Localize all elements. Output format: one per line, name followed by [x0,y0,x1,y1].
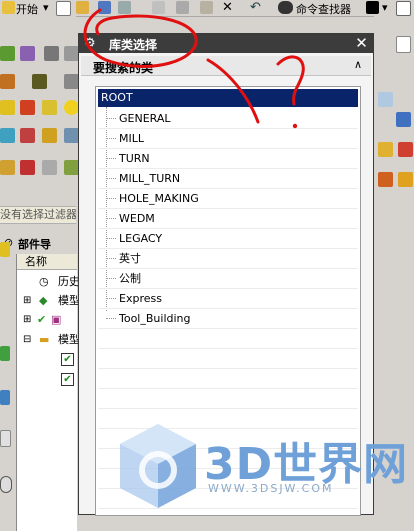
tree-item-label: MILL_TURN [119,172,181,185]
selection-filter[interactable]: 没有选择过滤器 [0,206,76,224]
tree-row-camera[interactable]: ⊞ ✔ ▣ [17,311,77,329]
tool-icon[interactable] [0,74,15,89]
tree-row-label: 模型 [58,333,80,346]
tree-item-label: HOLE_MAKING [119,192,199,205]
tool-icon[interactable] [0,390,10,405]
tree-item[interactable]: 英寸 [98,249,358,269]
clock-icon: ◷ [39,275,49,288]
folder-icon: ▬ [39,333,50,346]
tree-connector [106,158,116,160]
tool-icon[interactable] [398,142,413,157]
tool-icon[interactable] [378,92,393,107]
collapse-button[interactable]: ∧ [351,58,365,72]
tree-item[interactable]: HOLE_MAKING [98,189,358,209]
collapse-icon: ⊟ [23,334,32,345]
tree-connector [106,278,116,280]
tool-icon[interactable] [0,430,11,447]
tree-connector [106,178,116,180]
tree-item[interactable]: TURN [98,149,358,169]
empty-row [98,389,358,409]
tree-item[interactable]: WEDM [98,209,358,229]
tree-connector [106,198,116,200]
tree-connector [106,298,116,300]
color-swatch-icon[interactable] [366,1,379,14]
part-navigator-tree: 名称 ◷ 历史 ⊞ ◆ 模型 ⊞ ✔ ▣ ⊟ ▬ 模型 ✔ ✔ [16,254,80,531]
tree-row-model[interactable]: ⊟ ▬ 模型 [17,331,80,349]
clock-icon[interactable] [0,476,12,493]
tool-icon[interactable] [378,172,393,187]
tool-icon[interactable] [32,74,47,89]
tree-item[interactable]: Express [98,289,358,309]
tool-icon[interactable] [0,160,15,175]
tree-row-model-views[interactable]: ⊞ ◆ 模型 [17,292,80,310]
check-icon: ✔ [37,313,47,326]
checkbox-icon[interactable]: ✔ [61,353,74,366]
checkbox-icon[interactable]: ✔ [61,373,74,386]
tree-item-label: Tool_Building [119,312,191,325]
tree-row-child[interactable]: ✔ [17,350,77,368]
tree-connector [106,238,116,240]
tree-item[interactable]: LEGACY [98,229,358,249]
watermark-cube-logo [120,424,196,508]
expand-icon: ⊞ [23,295,32,306]
tool-icon[interactable] [42,128,57,143]
start-menu-icon[interactable] [2,1,15,14]
tree-row-history[interactable]: ◷ 历史 [17,273,80,291]
tree-item-label: Express [119,292,162,305]
tool-icon[interactable] [0,46,15,61]
tree-connector [106,218,116,220]
watermark-url: WWW.3DSJW.COM [208,482,334,495]
empty-row [98,349,358,369]
start-menu[interactable]: 开始 [16,1,38,17]
tree-connector [106,258,116,260]
tree-item-label: WEDM [119,212,155,225]
tool-icon[interactable] [42,100,57,115]
tool-icon[interactable] [396,112,411,127]
model-icon: ◆ [39,294,48,307]
tree-item[interactable]: MILL_TURN [98,169,358,189]
tool-icon[interactable] [396,36,411,53]
tool-icon[interactable] [64,160,79,175]
part-navigator-title: 部件导 [18,238,51,251]
tool-icon[interactable] [20,46,35,61]
tree-item-label: TURN [119,152,150,165]
expand-icon: ⊞ [23,314,32,325]
tool-icon[interactable] [42,160,57,175]
empty-row [98,369,358,389]
window-icon[interactable] [396,1,411,16]
red-annotation [83,8,305,129]
tree-item-label: 公制 [119,272,141,285]
tool-icon[interactable] [0,128,15,143]
tree-item[interactable]: 公制 [98,269,358,289]
camera-icon: ▣ [51,313,62,326]
tool-icon[interactable] [398,172,413,187]
tree-connector [106,318,116,320]
tool-icon[interactable] [378,142,393,157]
chevron-down-icon[interactable]: ▾ [43,1,49,14]
tool-icon[interactable] [0,100,15,115]
tool-icon[interactable] [20,128,35,143]
tool-icon[interactable] [20,100,35,115]
tool-icon[interactable] [44,46,59,61]
close-button[interactable]: ✕ [354,36,369,51]
chevron-down-icon[interactable]: ▾ [382,1,388,14]
column-name-header[interactable]: 名称 [17,254,77,270]
tool-icon[interactable] [20,160,35,175]
tool-icon[interactable] [0,346,10,361]
tree-row-child[interactable]: ✔ [17,370,77,388]
empty-row [98,329,358,349]
tree-item[interactable]: Tool_Building [98,309,358,329]
tree-row-label: 历史 [58,275,80,288]
tree-item-label: 英寸 [119,252,141,265]
tool-icon[interactable] [0,242,10,257]
tree-item-label: LEGACY [119,232,163,245]
tree-row-label: 模型 [58,294,80,307]
